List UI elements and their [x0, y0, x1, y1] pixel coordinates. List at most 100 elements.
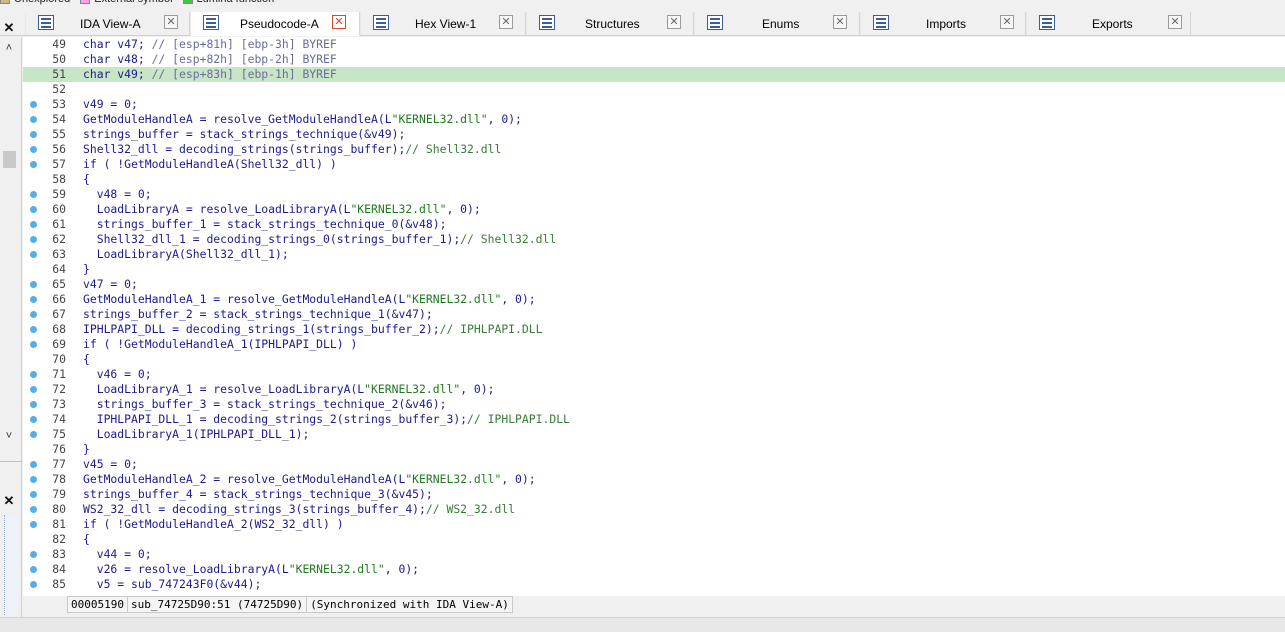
code-line[interactable]: 73 strings_buffer_3 = stack_strings_tech…	[23, 397, 1285, 412]
tab-ida-view-a[interactable]: IDA View-A ✕	[25, 12, 190, 35]
code-text[interactable]: if ( !GetModuleHandleA_2(WS2_32_dll) )	[83, 517, 344, 532]
code-text[interactable]: if ( !GetModuleHandleA_1(IPHLPAPI_DLL) )	[83, 337, 357, 352]
breakpoint-dot-icon[interactable]	[30, 581, 37, 588]
pseudocode-view[interactable]: 49 char v47; // [esp+81h] [ebp-3h] BYREF 5…	[23, 37, 1285, 596]
breakpoint-dot-icon[interactable]	[30, 386, 37, 393]
code-line[interactable]: 75 LoadLibraryA_1(IPHLPAPI_DLL_1);	[23, 427, 1285, 442]
tab-close-icon[interactable]: ✕	[833, 15, 847, 29]
code-text[interactable]: IPHLPAPI_DLL = decoding_strings_1(string…	[83, 322, 542, 337]
code-text[interactable]: Shell32_dll = decoding_strings(strings_b…	[83, 142, 501, 157]
breakpoint-dot-icon[interactable]	[30, 296, 37, 303]
code-line[interactable]: 56 Shell32_dll = decoding_strings(strings…	[23, 142, 1285, 157]
code-text[interactable]: GetModuleHandleA_1 = resolve_GetModuleHa…	[83, 292, 536, 307]
code-line[interactable]: 66 GetModuleHandleA_1 = resolve_GetModule…	[23, 292, 1285, 307]
code-text[interactable]: GetModuleHandleA_2 = resolve_GetModuleHa…	[83, 472, 536, 487]
breakpoint-dot-icon[interactable]	[30, 311, 37, 318]
code-text[interactable]: if ( !GetModuleHandleA(Shell32_dll) )	[83, 157, 337, 172]
tab-exports[interactable]: Exports ✕	[1026, 12, 1191, 35]
code-text[interactable]: char v47; // [esp+81h] [ebp-3h] BYREF	[83, 37, 337, 52]
breakpoint-dot-icon[interactable]	[30, 236, 37, 243]
code-text[interactable]: char v48; // [esp+82h] [ebp-2h] BYREF	[83, 52, 337, 67]
code-line[interactable]: 64}	[23, 262, 1285, 277]
code-text[interactable]: v45 = 0;	[83, 457, 138, 472]
tab-close-icon[interactable]: ✕	[332, 15, 346, 29]
tab-enums[interactable]: Enums ✕	[694, 12, 860, 35]
tab-close-icon[interactable]: ✕	[1168, 15, 1182, 29]
breakpoint-dot-icon[interactable]	[30, 206, 37, 213]
code-text[interactable]: v48 = 0;	[83, 187, 152, 202]
code-line[interactable]: 77 v45 = 0;	[23, 457, 1285, 472]
code-line[interactable]: 60 LoadLibraryA = resolve_LoadLibraryA(L…	[23, 202, 1285, 217]
code-line[interactable]: 79 strings_buffer_4 = stack_strings_techn…	[23, 487, 1285, 502]
code-text[interactable]: }	[83, 262, 90, 277]
code-line[interactable]: 70 {	[23, 352, 1285, 367]
code-line[interactable]: 51 char v49; // [esp+83h] [ebp-1h] BYREF	[23, 67, 1285, 82]
code-text[interactable]: v46 = 0;	[83, 367, 152, 382]
breakpoint-dot-icon[interactable]	[30, 116, 37, 123]
code-text[interactable]: strings_buffer_4 = stack_strings_techniq…	[83, 487, 433, 502]
tab-close-icon[interactable]: ✕	[667, 15, 681, 29]
code-line[interactable]: 53 v49 = 0;	[23, 97, 1285, 112]
code-line[interactable]: 65 v47 = 0;	[23, 277, 1285, 292]
breakpoint-dot-icon[interactable]	[30, 251, 37, 258]
code-text[interactable]: WS2_32_dll = decoding_strings_3(strings_…	[83, 502, 515, 517]
tab-structures[interactable]: Structures ✕	[526, 12, 694, 35]
code-line[interactable]: 52	[23, 82, 1285, 97]
code-text[interactable]: {	[83, 352, 90, 367]
code-line[interactable]: 57 if ( !GetModuleHandleA(Shell32_dll) )	[23, 157, 1285, 172]
code-line[interactable]: 62 Shell32_dll_1 = decoding_strings_0(st…	[23, 232, 1285, 247]
code-line[interactable]: 84 v26 = resolve_LoadLibraryA(L"KERNEL32…	[23, 562, 1285, 577]
tab-pseudocode-a[interactable]: Pseudocode-A ✕	[190, 12, 360, 36]
close-icon[interactable]: ✕	[2, 494, 16, 508]
breakpoint-dot-icon[interactable]	[30, 131, 37, 138]
breakpoint-dot-icon[interactable]	[30, 521, 37, 528]
breakpoint-dot-icon[interactable]	[30, 416, 37, 423]
code-line[interactable]: 76}	[23, 442, 1285, 457]
tab-hex-view-1[interactable]: Hex View-1 ✕	[360, 12, 526, 35]
code-text[interactable]: {	[83, 532, 90, 547]
code-text[interactable]: v47 = 0;	[83, 277, 138, 292]
breakpoint-dot-icon[interactable]	[30, 566, 37, 573]
code-text[interactable]: v5 = sub_747243F0(&v44);	[83, 577, 262, 592]
code-text[interactable]: v49 = 0;	[83, 97, 138, 112]
tab-imports[interactable]: Imports ✕	[860, 12, 1026, 35]
code-line[interactable]: 67 strings_buffer_2 = stack_strings_techn…	[23, 307, 1285, 322]
code-line[interactable]: 80 WS2_32_dll = decoding_strings_3(string…	[23, 502, 1285, 517]
code-line[interactable]: 55 strings_buffer = stack_strings_techniq…	[23, 127, 1285, 142]
code-line[interactable]: 74 IPHLPAPI_DLL_1 = decoding_strings_2(s…	[23, 412, 1285, 427]
tab-close-icon[interactable]: ✕	[164, 15, 178, 29]
breakpoint-dot-icon[interactable]	[30, 506, 37, 513]
code-line[interactable]: 54 GetModuleHandleA = resolve_GetModuleHa…	[23, 112, 1285, 127]
code-text[interactable]: strings_buffer_3 = stack_strings_techniq…	[83, 397, 447, 412]
breakpoint-dot-icon[interactable]	[30, 191, 37, 198]
code-line[interactable]: 85 v5 = sub_747243F0(&v44);	[23, 577, 1285, 592]
code-text[interactable]: LoadLibraryA(Shell32_dll_1);	[83, 247, 289, 262]
code-line[interactable]: 59 v48 = 0;	[23, 187, 1285, 202]
breakpoint-dot-icon[interactable]	[30, 146, 37, 153]
code-line[interactable]: 81 if ( !GetModuleHandleA_2(WS2_32_dll) )	[23, 517, 1285, 532]
breakpoint-dot-icon[interactable]	[30, 101, 37, 108]
breakpoint-dot-icon[interactable]	[30, 431, 37, 438]
code-line[interactable]: 63 LoadLibraryA(Shell32_dll_1);	[23, 247, 1285, 262]
breakpoint-dot-icon[interactable]	[30, 161, 37, 168]
breakpoint-dot-icon[interactable]	[30, 401, 37, 408]
code-line[interactable]: 49 char v47; // [esp+81h] [ebp-3h] BYREF	[23, 37, 1285, 52]
code-text[interactable]: strings_buffer_1 = stack_strings_techniq…	[83, 217, 447, 232]
code-line[interactable]: 82 {	[23, 532, 1285, 547]
code-line[interactable]: 50 char v48; // [esp+82h] [ebp-2h] BYREF	[23, 52, 1285, 67]
breakpoint-dot-icon[interactable]	[30, 281, 37, 288]
code-text[interactable]: GetModuleHandleA = resolve_GetModuleHand…	[83, 112, 522, 127]
breakpoint-dot-icon[interactable]	[30, 326, 37, 333]
breakpoint-dot-icon[interactable]	[30, 221, 37, 228]
code-line[interactable]: 69 if ( !GetModuleHandleA_1(IPHLPAPI_DLL)…	[23, 337, 1285, 352]
code-line[interactable]: 71 v46 = 0;	[23, 367, 1285, 382]
code-line[interactable]: 58 {	[23, 172, 1285, 187]
breakpoint-dot-icon[interactable]	[30, 341, 37, 348]
code-line[interactable]: 61 strings_buffer_1 = stack_strings_tech…	[23, 217, 1285, 232]
scroll-up-arrow-icon[interactable]: ˄	[2, 42, 16, 54]
code-line[interactable]: 83 v44 = 0;	[23, 547, 1285, 562]
code-text[interactable]: strings_buffer = stack_strings_technique…	[83, 127, 405, 142]
code-text[interactable]: char v49; // [esp+83h] [ebp-1h] BYREF	[83, 67, 337, 82]
code-text[interactable]: }	[83, 442, 90, 457]
code-text[interactable]: LoadLibraryA_1(IPHLPAPI_DLL_1);	[83, 427, 310, 442]
